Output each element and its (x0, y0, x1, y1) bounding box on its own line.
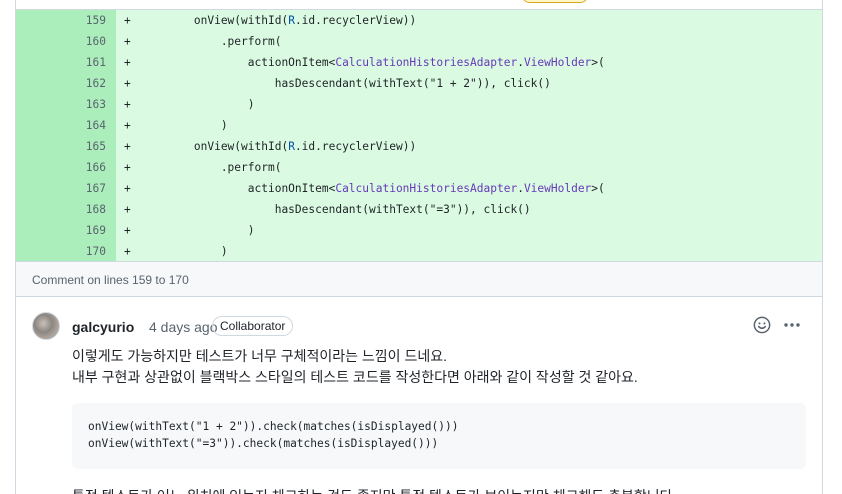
code-token: ) (140, 224, 255, 237)
code-content: onView(withId(R.id.recyclerView)) (140, 10, 416, 31)
code-content: ) (140, 94, 255, 115)
code-token: actionOnItem< (140, 56, 336, 69)
line-number[interactable]: 161 (16, 52, 116, 73)
code-token: .id.recyclerView)) (294, 140, 417, 153)
comment-options-button[interactable] (782, 316, 802, 334)
comment-timestamp[interactable]: 4 days ago (149, 319, 218, 335)
code-line: onView(withText("=3")).check(matches(isD… (88, 437, 439, 450)
line-number[interactable]: 168 (16, 199, 116, 220)
code-line: onView(withText("1 + 2")).check(matches(… (88, 420, 459, 433)
diff-line: 166 + .perform( (16, 157, 822, 178)
review-thread: 159 + onView(withId(R.id.recyclerView)) 16… (15, 0, 823, 494)
code-content: .perform( (140, 157, 282, 178)
comment-author[interactable]: galcyurio (72, 319, 134, 335)
addition-marker: + (124, 56, 131, 69)
addition-marker: + (124, 245, 131, 258)
diff-line: 168 + hasDescendant(withText("=3")), clic… (16, 199, 822, 220)
addition-marker: + (124, 35, 131, 48)
diff-line: 169 + ) (16, 220, 822, 241)
code-token: hasDescendant(withText("1 + 2")), click(… (140, 77, 551, 90)
code-content: .perform( (140, 31, 282, 52)
code-token: R (288, 140, 295, 153)
code-content: actionOnItem<CalculationHistoriesAdapter… (140, 178, 605, 199)
code-token: >( (591, 56, 605, 69)
code-token: onView(withId( (140, 140, 289, 153)
line-number[interactable]: 160 (16, 31, 116, 52)
review-comment: galcyurio 4 days ago Collaborator 이렇게도 가… (16, 297, 822, 494)
line-number[interactable]: 162 (16, 73, 116, 94)
partial-badge (522, 0, 588, 3)
collaborator-badge: Collaborator (212, 316, 294, 336)
code-block: onView(withText("1 + 2")).check(matches(… (72, 403, 806, 469)
diff-line: 161 + actionOnItem<CalculationHistoriesAd… (16, 52, 822, 73)
code-token: . (517, 182, 524, 195)
addition-marker: + (124, 203, 131, 216)
add-reaction-button[interactable] (753, 316, 771, 334)
code-content: ) (140, 241, 228, 262)
code-token: ) (140, 119, 228, 132)
addition-marker: + (124, 119, 131, 132)
code-token: ViewHolder (523, 182, 592, 195)
line-number[interactable]: 165 (16, 136, 116, 157)
diff-line: 162 + hasDescendant(withText("1 + 2")), c… (16, 73, 822, 94)
diff-line: 159 + onView(withId(R.id.recyclerView)) (16, 10, 822, 31)
line-number[interactable]: 164 (16, 115, 116, 136)
kebab-horizontal-icon (784, 323, 800, 327)
code-token: >( (591, 182, 605, 195)
line-number[interactable]: 159 (16, 10, 116, 31)
code-token: .id.recyclerView)) (294, 14, 417, 27)
code-token: ) (140, 98, 255, 111)
diff-line: 167 + actionOnItem<CalculationHistoriesAd… (16, 178, 822, 199)
code-token: R (288, 14, 295, 27)
addition-marker: + (124, 161, 131, 174)
code-token: ViewHolder (523, 56, 592, 69)
addition-marker: + (124, 182, 131, 195)
code-token: ) (140, 245, 228, 258)
diff-line: 164 + ) (16, 115, 822, 136)
code-token: .perform( (140, 35, 282, 48)
diff-line: 163 + ) (16, 94, 822, 115)
code-content: onView(withId(R.id.recyclerView)) (140, 136, 416, 157)
code-token: CalculationHistoriesAdapter (335, 182, 518, 195)
line-number[interactable]: 170 (16, 241, 116, 262)
code-token: .perform( (140, 161, 282, 174)
avatar[interactable] (32, 312, 60, 340)
code-token: CalculationHistoriesAdapter (335, 56, 518, 69)
diff-line: 170 + ) (16, 241, 822, 262)
comment-lines-label: Comment on lines 159 to 170 (16, 261, 822, 297)
addition-marker: + (124, 14, 131, 27)
addition-marker: + (124, 224, 131, 237)
line-number[interactable]: 167 (16, 178, 116, 199)
comment-body: 이렇게도 가능하지만 테스트가 너무 구체적이라는 느낌이 드네요. 내부 구현… (72, 346, 638, 388)
code-content: ) (140, 115, 228, 136)
addition-marker: + (124, 140, 131, 153)
diff-table: 159 + onView(withId(R.id.recyclerView)) 16… (16, 9, 822, 262)
line-number[interactable]: 169 (16, 220, 116, 241)
diff-line: 165 + onView(withId(R.id.recyclerView)) (16, 136, 822, 157)
code-token: . (517, 56, 524, 69)
code-content: hasDescendant(withText("=3")), click() (140, 199, 531, 220)
line-number[interactable]: 166 (16, 157, 116, 178)
code-content: ) (140, 220, 255, 241)
code-content: hasDescendant(withText("1 + 2")), click(… (140, 73, 551, 94)
addition-marker: + (124, 98, 131, 111)
addition-marker: + (124, 77, 131, 90)
diff-line: 160 + .perform( (16, 31, 822, 52)
code-token: hasDescendant(withText("=3")), click() (140, 203, 531, 216)
code-token: onView(withId( (140, 14, 289, 27)
smiley-icon (753, 316, 771, 334)
comment-paragraph: 내부 구현과 상관없이 블랙박스 스타일의 테스트 코드를 작성한다면 아래와 … (72, 369, 638, 385)
code-token: actionOnItem< (140, 182, 336, 195)
line-number[interactable]: 163 (16, 94, 116, 115)
comment-paragraph: 이렇게도 가능하지만 테스트가 너무 구체적이라는 느낌이 드네요. (72, 348, 447, 364)
comment-paragraph: 특정 텍스트가 어느 위치에 있는지 체크하는 것도 좋지만 특정 텍스트가 보… (72, 486, 673, 494)
code-content: actionOnItem<CalculationHistoriesAdapter… (140, 52, 605, 73)
